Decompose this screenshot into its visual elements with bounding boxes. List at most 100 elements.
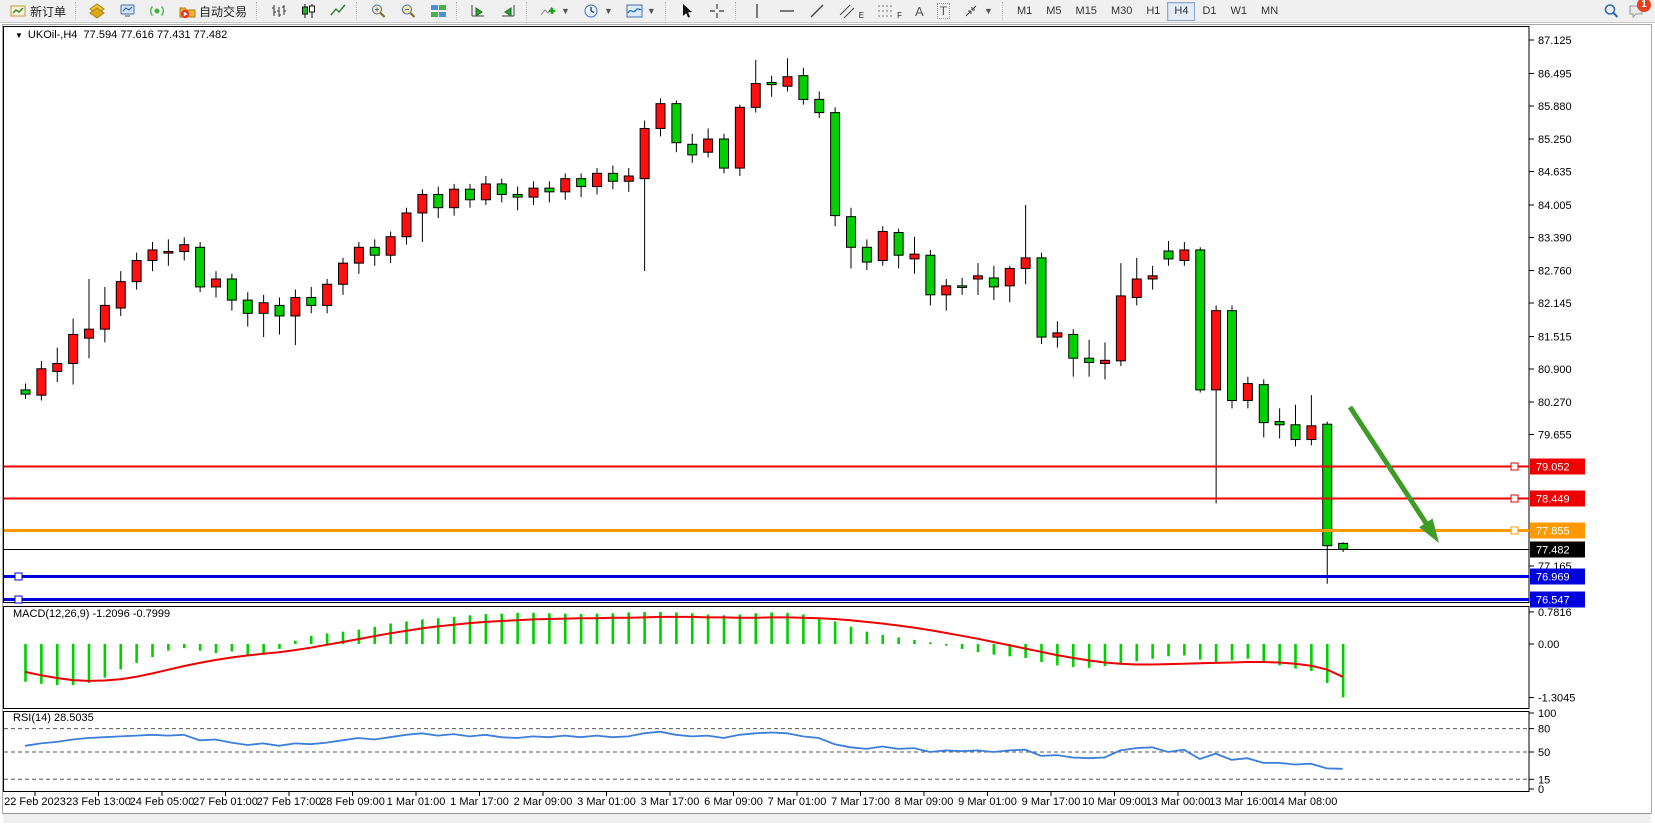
svg-text:100: 100 [1538, 708, 1556, 720]
text-tool-button[interactable]: A [909, 1, 930, 21]
label-tool-button[interactable]: T [931, 1, 956, 21]
chart-window[interactable]: 87.12586.49585.88085.25084.63584.00583.3… [2, 24, 1652, 814]
chart-canvas[interactable]: 87.12586.49585.88085.25084.63584.00583.3… [3, 25, 1651, 813]
line-handle[interactable] [15, 573, 22, 580]
svg-text:13 Mar 16:00: 13 Mar 16:00 [1209, 796, 1274, 808]
candlestick-chart-button[interactable] [294, 1, 323, 21]
svg-text:84.635: 84.635 [1538, 167, 1572, 179]
tile-windows-button[interactable] [424, 1, 453, 21]
tile-windows-icon [430, 3, 447, 19]
svg-text:0.00: 0.00 [1538, 639, 1559, 651]
svg-text:-1.3045: -1.3045 [1538, 692, 1575, 704]
notifications-icon[interactable]: 1 [1628, 3, 1645, 19]
autotrade-button[interactable]: 自动交易 [173, 1, 253, 21]
indicators-icon [540, 3, 557, 19]
svg-text:80.270: 80.270 [1538, 397, 1572, 409]
timeframe-button-m30[interactable]: M30 [1104, 2, 1139, 21]
candle [1196, 247, 1205, 392]
crosshair-tool-button[interactable] [703, 1, 732, 21]
navigator-button[interactable] [143, 1, 172, 21]
svg-text:7 Mar 17:00: 7 Mar 17:00 [831, 796, 890, 808]
line-handle[interactable] [1511, 463, 1518, 470]
dropdown-arrow-icon: ▼ [984, 6, 993, 16]
main-toolbar: 新订单 自动交易 [0, 0, 1655, 23]
timeframe-button-mn[interactable]: MN [1254, 2, 1285, 21]
window-bottom-strip [3, 813, 1651, 823]
fibo-sub-label: F [897, 11, 902, 20]
dropdown-arrow-icon: ▼ [561, 6, 570, 16]
candle [878, 226, 887, 266]
cursor-icon [679, 3, 696, 19]
timeframe-button-w1[interactable]: W1 [1224, 2, 1255, 21]
notification-badge: 1 [1637, 0, 1651, 12]
line-handle[interactable] [15, 596, 22, 603]
text-tool-label: A [915, 4, 924, 19]
toolbar-separator [735, 2, 740, 20]
timeframe-button-h1[interactable]: H1 [1139, 2, 1167, 21]
toolbar-separator [526, 2, 531, 20]
svg-text:50: 50 [1538, 747, 1550, 759]
market-watch-button[interactable] [113, 1, 142, 21]
svg-text:9 Mar 01:00: 9 Mar 01:00 [958, 796, 1017, 808]
svg-text:24 Feb 05:00: 24 Feb 05:00 [130, 796, 195, 808]
new-chart-button[interactable] [83, 1, 112, 21]
vertical-line-tool-button[interactable] [743, 1, 772, 21]
price-pane[interactable] [4, 27, 1530, 603]
svg-text:7 Mar 01:00: 7 Mar 01:00 [768, 796, 827, 808]
timeframe-button-d1[interactable]: D1 [1195, 2, 1223, 21]
toolbar-separator [665, 2, 670, 20]
channel-tool-button[interactable]: E [833, 1, 870, 21]
timeframe-button-m15[interactable]: M15 [1069, 2, 1104, 21]
template-icon [626, 3, 643, 19]
svg-text:77.855: 77.855 [1536, 526, 1570, 538]
candle [735, 105, 744, 176]
svg-text:1 Mar 01:00: 1 Mar 01:00 [387, 796, 446, 808]
shapes-tool-button[interactable]: ▼ [957, 1, 999, 21]
svg-text:8 Mar 09:00: 8 Mar 09:00 [895, 796, 954, 808]
new-order-button[interactable]: 新订单 [4, 1, 72, 21]
auto-scroll-button[interactable] [464, 1, 493, 21]
svg-text:80.900: 80.900 [1538, 364, 1572, 376]
timeframe-button-m5[interactable]: M5 [1039, 2, 1068, 21]
indicators-button[interactable]: ▼ [534, 1, 576, 21]
periods-button[interactable]: ▼ [577, 1, 619, 21]
svg-text:27 Feb 17:00: 27 Feb 17:00 [257, 796, 322, 808]
zoom-out-button[interactable] [394, 1, 423, 21]
timeframe-button-m1[interactable]: M1 [1010, 2, 1039, 21]
line-handle[interactable] [1511, 527, 1518, 534]
line-chart-button[interactable] [324, 1, 353, 21]
svg-text:81.515: 81.515 [1538, 331, 1572, 343]
svg-text:85.880: 85.880 [1538, 101, 1572, 113]
toolbar-separator [256, 2, 261, 20]
fibonacci-tool-button[interactable]: F [871, 1, 908, 21]
timeframe-button-h4[interactable]: H4 [1167, 2, 1195, 21]
cursor-tool-button[interactable] [673, 1, 702, 21]
horizontal-line-tool-button[interactable] [773, 1, 802, 21]
toolbar-right-group: 1 [1603, 3, 1651, 19]
chart-shift-button[interactable] [494, 1, 523, 21]
line-handle[interactable] [1511, 495, 1518, 502]
time-axis: 22 Feb 202323 Feb 13:0024 Feb 05:0027 Fe… [4, 791, 1337, 808]
zoom-in-button[interactable] [364, 1, 393, 21]
svg-text:27 Feb 01:00: 27 Feb 01:00 [193, 796, 258, 808]
candle [1228, 305, 1237, 408]
candle [196, 242, 205, 292]
svg-text:0.7816: 0.7816 [1538, 607, 1572, 619]
rsi-indicator-label: RSI(14) 28.5035 [13, 712, 94, 724]
templates-button[interactable]: ▼ [620, 1, 662, 21]
trendline-tool-button[interactable] [803, 1, 832, 21]
collapse-icon[interactable]: ▼ [15, 31, 23, 40]
toolbar-separator [356, 2, 361, 20]
svg-text:82.760: 82.760 [1538, 266, 1572, 278]
chart-stack-icon [89, 3, 106, 19]
search-icon[interactable] [1603, 3, 1620, 19]
fibonacci-icon [877, 3, 894, 19]
bar-chart-button[interactable] [264, 1, 293, 21]
zoom-in-icon [370, 3, 387, 19]
svg-text:79.052: 79.052 [1536, 462, 1570, 474]
arrows-shapes-icon [963, 3, 980, 19]
crosshair-icon [709, 3, 726, 19]
svg-text:14 Mar 08:00: 14 Mar 08:00 [1273, 796, 1338, 808]
svg-text:6 Mar 09:00: 6 Mar 09:00 [704, 796, 763, 808]
svg-text:76.547: 76.547 [1536, 595, 1570, 607]
